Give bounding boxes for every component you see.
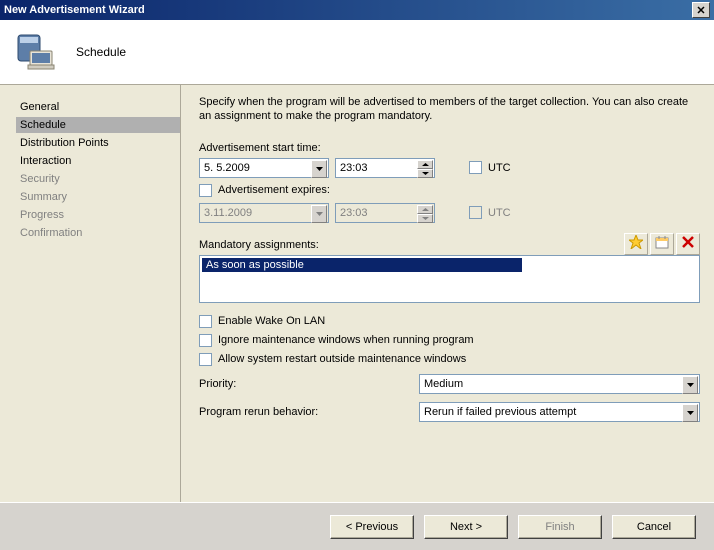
wizard-header: Schedule [0,20,714,84]
nav-schedule[interactable]: Schedule [16,117,180,133]
start-utc-checkbox[interactable] [469,161,482,174]
calendar-icon [655,235,669,252]
rerun-dropdown-button[interactable] [682,404,698,422]
start-date-value: 5. 5.2009 [204,162,250,174]
page-title: Schedule [76,45,126,59]
delete-assignment-button[interactable] [676,233,700,255]
nav-interaction[interactable]: Interaction [16,153,180,169]
ignore-maintenance-label: Ignore maintenance windows when running … [218,334,474,346]
expire-time-spinner [417,205,433,223]
priority-dropdown-button[interactable] [682,376,698,394]
nav-distribution-points[interactable]: Distribution Points [16,135,180,151]
priority-select[interactable]: Medium [419,374,700,394]
expire-utc-checkbox [469,206,482,219]
nav-general[interactable]: General [16,99,180,115]
edit-assignment-button[interactable] [650,233,674,255]
ignore-maintenance-checkbox[interactable] [199,334,212,347]
starburst-icon [629,235,643,252]
start-time-value: 23:03 [340,162,368,174]
delete-x-icon [681,235,695,252]
computer-icon [14,31,56,73]
expire-date-value: 3.11.2009 [204,207,252,219]
expire-utc-label: UTC [488,207,511,219]
start-date-dropdown[interactable] [311,160,327,178]
assignment-item[interactable]: As soon as possible [202,258,522,272]
nav-security[interactable]: Security [16,171,180,187]
expire-time-value: 23:03 [340,207,368,219]
nav-summary[interactable]: Summary [16,189,180,205]
assignments-listbox[interactable]: As soon as possible [199,255,700,303]
assignments-label: Mandatory assignments: [199,239,624,251]
start-date-picker[interactable]: 5. 5.2009 [199,158,329,178]
rerun-label: Program rerun behavior: [199,406,419,418]
wizard-footer: < Previous Next > Finish Cancel [0,502,714,550]
rerun-value: Rerun if failed previous attempt [424,406,576,418]
close-icon: ✕ [696,4,705,17]
description-text: Specify when the program will be adverti… [199,95,700,124]
title-bar: New Advertisement Wizard ✕ [0,0,714,20]
priority-value: Medium [424,378,463,390]
allow-restart-checkbox[interactable] [199,353,212,366]
start-utc-label: UTC [488,162,511,174]
wizard-nav: General Schedule Distribution Points Int… [0,85,180,502]
rerun-select[interactable]: Rerun if failed previous attempt [419,402,700,422]
close-button[interactable]: ✕ [692,2,710,18]
expires-checkbox[interactable] [199,184,212,197]
expire-date-picker: 3.11.2009 [199,203,329,223]
main-panel: Specify when the program will be adverti… [181,85,714,502]
window-title: New Advertisement Wizard [4,4,145,16]
cancel-button[interactable]: Cancel [612,515,696,539]
start-time-picker[interactable]: 23:03 [335,158,435,178]
nav-progress[interactable]: Progress [16,207,180,223]
expire-time-picker: 23:03 [335,203,435,223]
priority-label: Priority: [199,378,419,390]
expires-label: Advertisement expires: [218,184,330,196]
next-button[interactable]: Next > [424,515,508,539]
start-time-label: Advertisement start time: [199,142,700,154]
wol-checkbox[interactable] [199,315,212,328]
expire-date-dropdown [311,205,327,223]
nav-confirmation[interactable]: Confirmation [16,225,180,241]
start-time-spinner[interactable] [417,160,433,178]
new-assignment-button[interactable] [624,233,648,255]
allow-restart-label: Allow system restart outside maintenance… [218,353,466,365]
wol-label: Enable Wake On LAN [218,315,325,327]
previous-button[interactable]: < Previous [330,515,414,539]
finish-button: Finish [518,515,602,539]
